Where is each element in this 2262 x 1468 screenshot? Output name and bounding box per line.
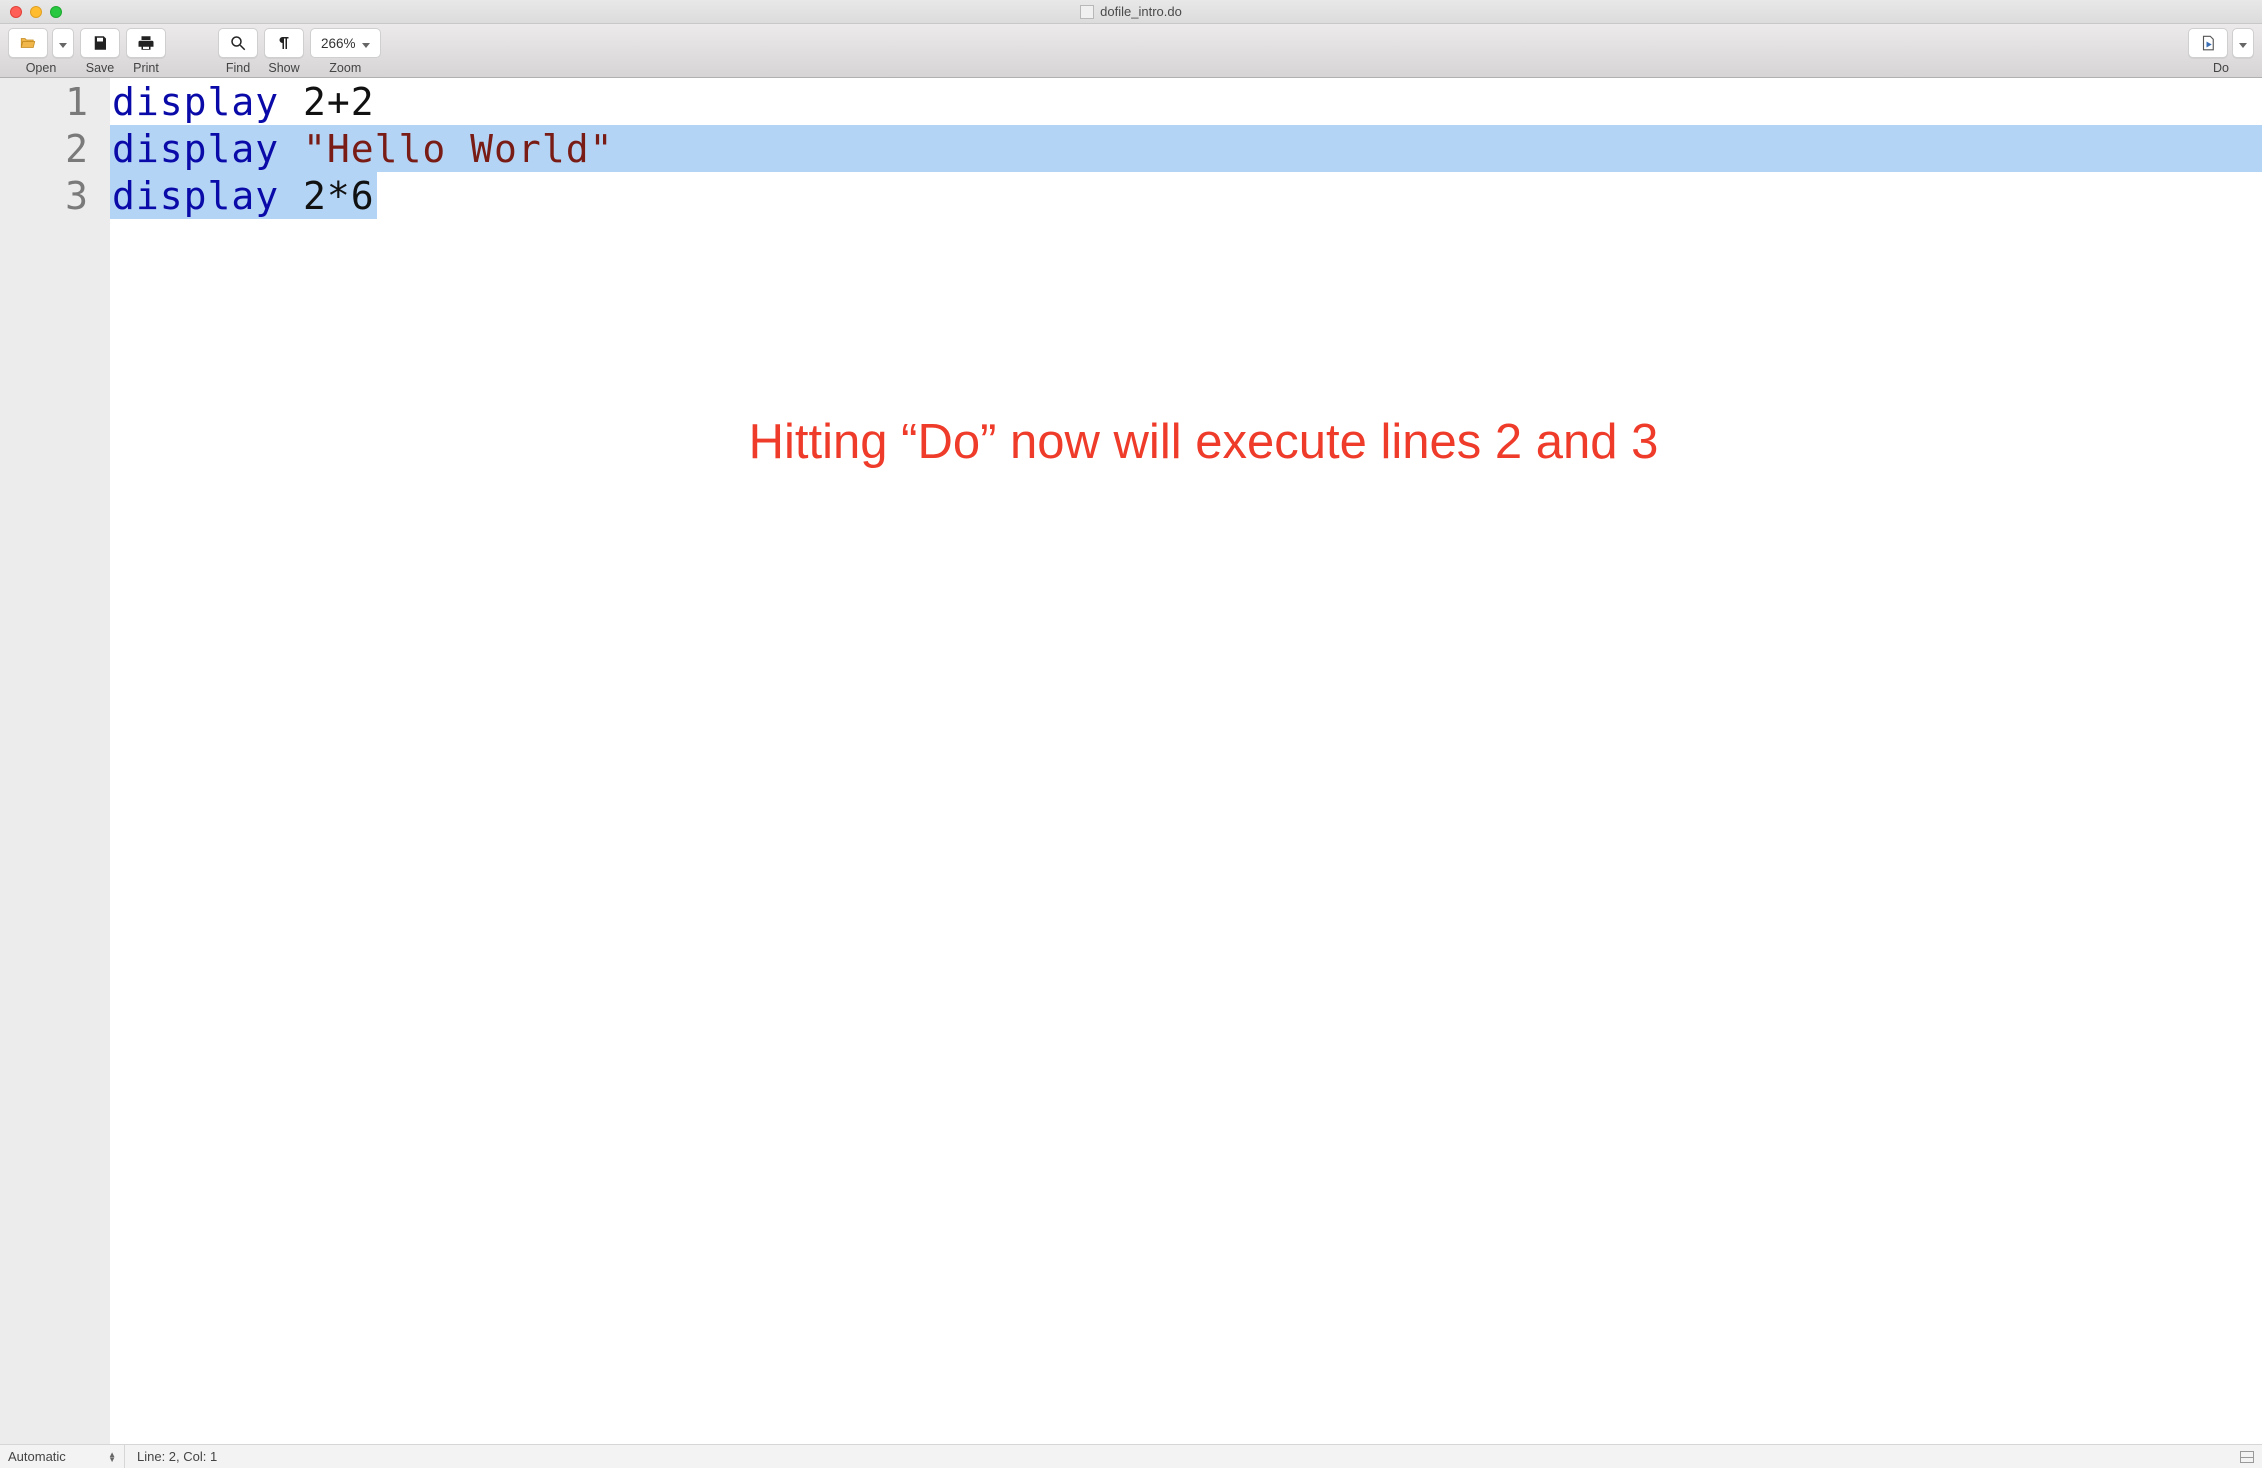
print-group: Print: [126, 28, 166, 75]
titlebar-title: dofile_intro.do: [0, 4, 2262, 19]
code-line[interactable]: display 2*6: [110, 172, 2262, 219]
print-label: Print: [133, 61, 159, 75]
search-icon: [229, 34, 247, 52]
do-label: Do: [2213, 61, 2229, 75]
open-dropdown-button[interactable]: [52, 28, 74, 58]
traffic-lights: [0, 6, 62, 18]
printer-icon: [137, 34, 155, 52]
up-down-icon: ▲▼: [108, 1452, 116, 1462]
open-button[interactable]: [8, 28, 48, 58]
toolbar: Open Save Print: [0, 24, 2262, 78]
close-window-button[interactable]: [10, 6, 22, 18]
toolbar-spacer: [387, 28, 2182, 75]
open-group: Open: [8, 28, 74, 75]
annotation-text: Hitting “Do” now will execute lines 2 an…: [165, 418, 2242, 467]
code-editor[interactable]: display 2+2 display "Hello World" displa…: [110, 78, 2262, 1444]
zoom-value: 266%: [321, 36, 356, 51]
file-icon: [1080, 5, 1094, 19]
cursor-position: Line: 2, Col: 1: [125, 1449, 217, 1464]
code-line[interactable]: display "Hello World": [110, 125, 2262, 172]
open-label: Open: [26, 61, 57, 75]
statusbar: Automatic ▲▼ Line: 2, Col: 1: [0, 1444, 2262, 1468]
find-label: Find: [226, 61, 250, 75]
code-argument: "Hello World": [279, 130, 613, 168]
find-group: Find: [218, 28, 258, 75]
chevron-down-icon: [59, 33, 67, 53]
line-number: 3: [0, 172, 88, 219]
code-command: display: [112, 130, 279, 168]
save-group: Save: [80, 28, 120, 75]
line-number: 1: [0, 78, 88, 125]
do-button[interactable]: [2188, 28, 2228, 58]
zoom-group: 266% Zoom: [310, 28, 381, 75]
syntax-mode-selector[interactable]: Automatic ▲▼: [0, 1445, 125, 1468]
save-icon: [91, 34, 109, 52]
syntax-mode-value: Automatic: [8, 1449, 66, 1464]
window: dofile_intro.do Open Save: [0, 0, 2262, 1468]
code-line[interactable]: display 2+2: [110, 78, 2262, 125]
window-title: dofile_intro.do: [1100, 4, 1182, 19]
zoom-label: Zoom: [329, 61, 361, 75]
code-argument: 2*6: [279, 177, 375, 215]
zoom-selector[interactable]: 266%: [310, 28, 381, 58]
do-group: Do: [2188, 28, 2254, 75]
minimize-window-button[interactable]: [30, 6, 42, 18]
folder-open-icon: [19, 34, 37, 52]
maximize-window-button[interactable]: [50, 6, 62, 18]
show-button[interactable]: [264, 28, 304, 58]
chevron-down-icon: [2239, 33, 2247, 53]
line-number-gutter: 1 2 3: [0, 78, 110, 1444]
do-dropdown-button[interactable]: [2232, 28, 2254, 58]
save-label: Save: [86, 61, 115, 75]
editor-area: 1 2 3 display 2+2 display "Hello World" …: [0, 78, 2262, 1444]
line-number: 2: [0, 125, 88, 172]
save-button[interactable]: [80, 28, 120, 58]
show-label: Show: [268, 61, 299, 75]
show-group: Show: [264, 28, 304, 75]
code-command: display: [112, 177, 279, 215]
print-button[interactable]: [126, 28, 166, 58]
pilcrow-icon: [275, 34, 293, 52]
find-button[interactable]: [218, 28, 258, 58]
code-command: display: [112, 83, 279, 121]
split-view-icon[interactable]: [2240, 1451, 2254, 1463]
run-file-icon: [2199, 34, 2217, 52]
code-argument: 2+2: [279, 83, 375, 121]
chevron-down-icon: [362, 36, 370, 51]
titlebar[interactable]: dofile_intro.do: [0, 0, 2262, 24]
toolbar-separator: [172, 28, 212, 75]
status-right: [2240, 1451, 2262, 1463]
